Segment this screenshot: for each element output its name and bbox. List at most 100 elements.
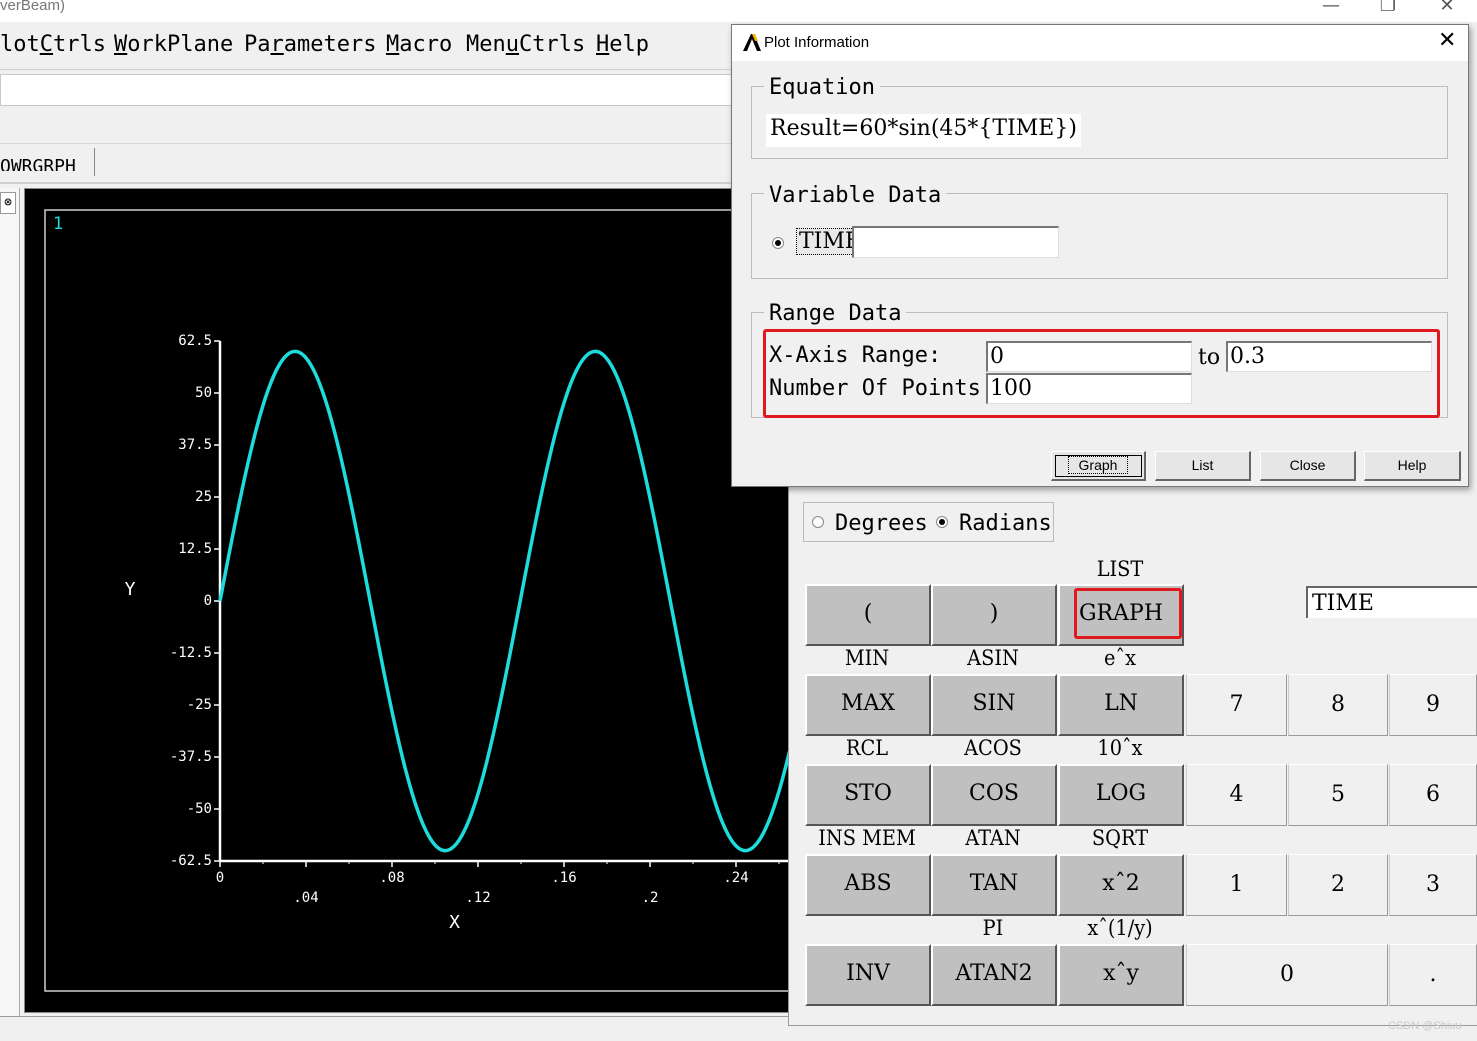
y-tick-label: -12.5 <box>170 645 212 661</box>
calc-secondary-label: ATAN <box>965 826 1021 850</box>
x-tick-label: .24 <box>723 870 748 886</box>
calc-atan2-button[interactable]: ATAN2 <box>931 944 1057 1006</box>
range-data-group-label: Range Data <box>764 301 907 326</box>
calc-secondary-label: LIST <box>1096 557 1144 581</box>
sine-chart: 1 62.5 50 37.5 25 12.5 0 -12.5 -25 -37.5 -50 -62.5… <box>44 209 789 992</box>
y-axis-title: Y <box>125 579 136 600</box>
left-toolbar <box>0 188 20 1018</box>
window-number: 1 <box>53 214 63 234</box>
calc-secondary-label: eˆx <box>1104 646 1136 670</box>
dialog-title-bar: Plot Information ✕ <box>732 25 1468 61</box>
calc-secondary-label: 10ˆx <box>1097 736 1143 760</box>
y-tick-label: 12.5 <box>178 541 212 557</box>
calc-digit-1-button[interactable]: 1 <box>1186 854 1287 916</box>
viewport-frame <box>44 209 789 992</box>
calc-sto-button[interactable]: STO <box>805 764 931 826</box>
calc-dot-button[interactable]: ) <box>931 584 1057 646</box>
toolbar-tab-label: OWRGRPH <box>0 156 76 177</box>
angle-mode-group: Degrees Radians <box>803 502 1054 542</box>
y-tick-label: 62.5 <box>178 333 212 349</box>
variable-data-group-label: Variable Data <box>764 183 947 208</box>
calc-digit-5-button[interactable]: 5 <box>1288 764 1388 826</box>
degrees-label: Degrees <box>835 511 928 536</box>
calc-abs-button[interactable]: ABS <box>805 854 931 916</box>
status-bar <box>0 1016 790 1041</box>
main-title-bar: verBeam) — ❐ ✕ <box>0 0 1477 22</box>
calc-digit-8-button[interactable]: 8 <box>1288 674 1388 736</box>
graph-button-highlight <box>1074 588 1182 639</box>
equation-text: Result=60*sin(45*{TIME}) <box>766 114 1081 147</box>
variable-value-field[interactable] <box>852 226 1059 258</box>
graph-button[interactable]: Graph <box>1051 451 1146 481</box>
minimize-icon[interactable]: — <box>1316 0 1346 17</box>
restore-icon[interactable]: ❐ <box>1373 0 1403 17</box>
calc-secondary-label: ASIN <box>967 646 1019 670</box>
calc-sin-button[interactable]: SIN <box>931 674 1057 736</box>
calc-ln-button[interactable]: LN <box>1058 674 1184 736</box>
variable-radio[interactable] <box>772 237 784 249</box>
help-button[interactable]: Help <box>1364 451 1461 481</box>
calc-digit-0-button[interactable]: 0 <box>1186 944 1388 1006</box>
calc-tan-button[interactable]: TAN <box>931 854 1057 916</box>
calc-decimal-button[interactable]: . <box>1389 944 1477 1006</box>
calc-cos-button[interactable]: COS <box>931 764 1057 826</box>
main-window-title: verBeam) <box>0 0 66 14</box>
y-tick-label: 50 <box>195 385 212 401</box>
dialog-title: Plot Information <box>764 34 870 51</box>
close-window-icon[interactable]: ✕ <box>1432 0 1462 17</box>
calc-secondary-label: RCL <box>845 736 889 760</box>
left-toolbar-button[interactable]: ⊗ <box>0 192 16 214</box>
x-tick-label: .08 <box>379 870 404 886</box>
calc-max-button[interactable]: MAX <box>805 674 931 736</box>
menu-macro[interactable]: Macro <box>386 32 452 57</box>
menu-parameters[interactable]: Parameters <box>244 32 376 57</box>
y-tick-label: -50 <box>187 801 212 817</box>
variable-input[interactable]: TIME <box>1306 586 1477 618</box>
y-tick-label: -25 <box>187 697 212 713</box>
calc-digit-7-button[interactable]: 7 <box>1186 674 1287 736</box>
toolbar-strip <box>0 112 732 144</box>
plot-information-dialog: Plot Information ✕ Equation Result=60*si… <box>731 24 1469 487</box>
calc-log-button[interactable]: LOG <box>1058 764 1184 826</box>
x-tick-label: .12 <box>465 890 490 906</box>
y-tick-label: 25 <box>195 489 212 505</box>
toolbar-tab[interactable]: OWRGRPH <box>0 148 95 176</box>
calc-x-2-button[interactable]: xˆ2 <box>1058 854 1184 916</box>
graphics-window[interactable]: 1 62.5 50 37.5 25 12.5 0 -12.5 -25 -37.5 -50 -62.5… <box>24 188 790 1013</box>
calc-dot-button[interactable]: ( <box>805 584 931 646</box>
menu-menuctrls[interactable]: MenuCtrls <box>466 32 585 57</box>
calc-secondary-label: SQRT <box>1091 826 1149 850</box>
calc-digit-3-button[interactable]: 3 <box>1389 854 1477 916</box>
menu-workplane[interactable]: WorkPlane <box>114 32 233 57</box>
radians-radio[interactable] <box>936 516 948 528</box>
x-tick-label: .04 <box>293 890 318 906</box>
calc-digit-4-button[interactable]: 4 <box>1186 764 1287 826</box>
calc-x-y-button[interactable]: xˆy <box>1058 944 1184 1006</box>
x-axis-title: X <box>449 912 460 933</box>
x-tick-label: .2 <box>642 890 659 906</box>
command-input[interactable] <box>0 74 732 106</box>
degrees-radio[interactable] <box>812 516 824 528</box>
y-tick-label: -37.5 <box>170 749 212 765</box>
menu-plotctrls[interactable]: lotCtrls <box>0 32 106 57</box>
calc-secondary-label: PI <box>982 916 1004 940</box>
y-tick-label: 37.5 <box>178 437 212 453</box>
x-tick-label: .16 <box>551 870 576 886</box>
list-button[interactable]: List <box>1155 451 1251 481</box>
watermark: CSDN @Shiuu <box>1388 1020 1462 1032</box>
series-curve <box>218 349 789 853</box>
menu-bar: lotCtrls WorkPlane Parameters Macro Menu… <box>0 22 735 70</box>
dialog-close-icon[interactable]: ✕ <box>1438 28 1456 53</box>
close-button[interactable]: Close <box>1260 451 1356 481</box>
radians-label: Radians <box>959 511 1052 536</box>
calc-digit-2-button[interactable]: 2 <box>1288 854 1388 916</box>
calc-secondary-label: ACOS <box>964 736 1022 760</box>
calc-inv-button[interactable]: INV <box>805 944 931 1006</box>
calc-digit-6-button[interactable]: 6 <box>1389 764 1477 826</box>
calc-secondary-label: INS MEM <box>818 826 916 850</box>
ansys-logo-icon <box>743 34 761 51</box>
calc-digit-9-button[interactable]: 9 <box>1389 674 1477 736</box>
menu-help[interactable]: Help <box>596 32 649 57</box>
divider <box>0 182 790 184</box>
equation-group-label: Equation <box>764 75 880 100</box>
